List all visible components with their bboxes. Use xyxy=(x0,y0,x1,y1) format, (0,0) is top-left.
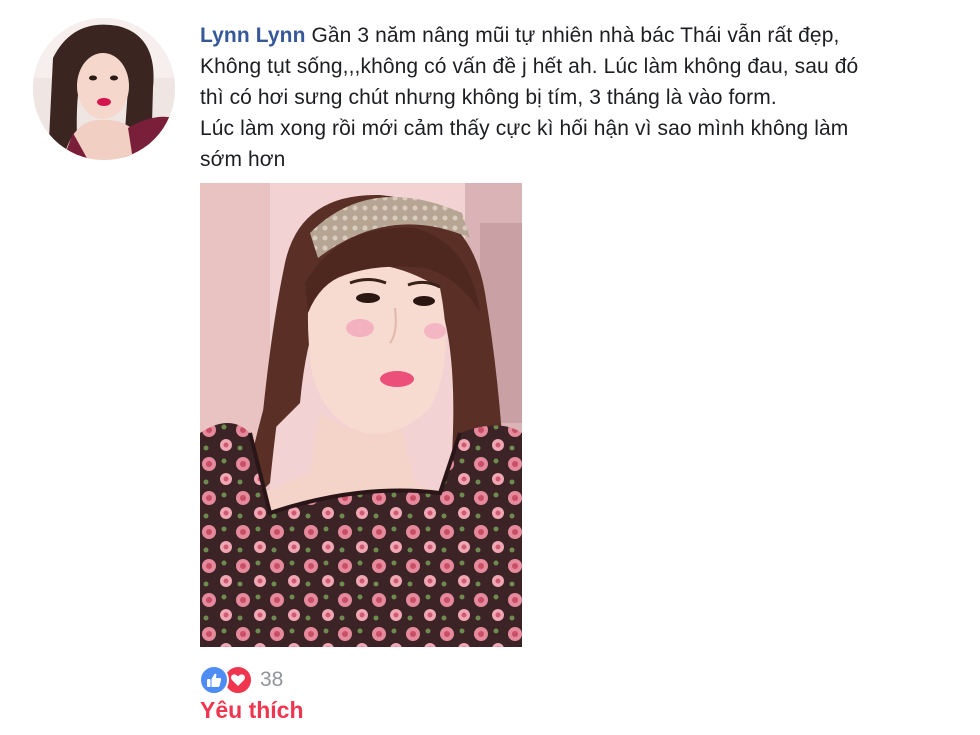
selected-reaction-label[interactable]: Yêu thích xyxy=(200,697,304,724)
avatar-photo xyxy=(33,18,175,160)
selfie-image xyxy=(200,183,522,647)
author-name[interactable]: Lynn Lynn xyxy=(200,24,306,47)
reaction-summary[interactable]: 38 xyxy=(199,665,283,695)
author-avatar[interactable] xyxy=(33,18,175,160)
reaction-count[interactable]: 38 xyxy=(260,668,283,692)
thumbs-up-icon[interactable] xyxy=(199,665,229,695)
attached-photo[interactable] xyxy=(200,183,522,647)
comment-body: Lynn Lynn Gần 3 năm nâng mũi tự nhiên nh… xyxy=(200,20,970,175)
comment-text: Lynn Lynn Gần 3 năm nâng mũi tự nhiên nh… xyxy=(200,20,970,175)
comment-post: Lynn Lynn Gần 3 năm nâng mũi tự nhiên nh… xyxy=(0,0,980,735)
